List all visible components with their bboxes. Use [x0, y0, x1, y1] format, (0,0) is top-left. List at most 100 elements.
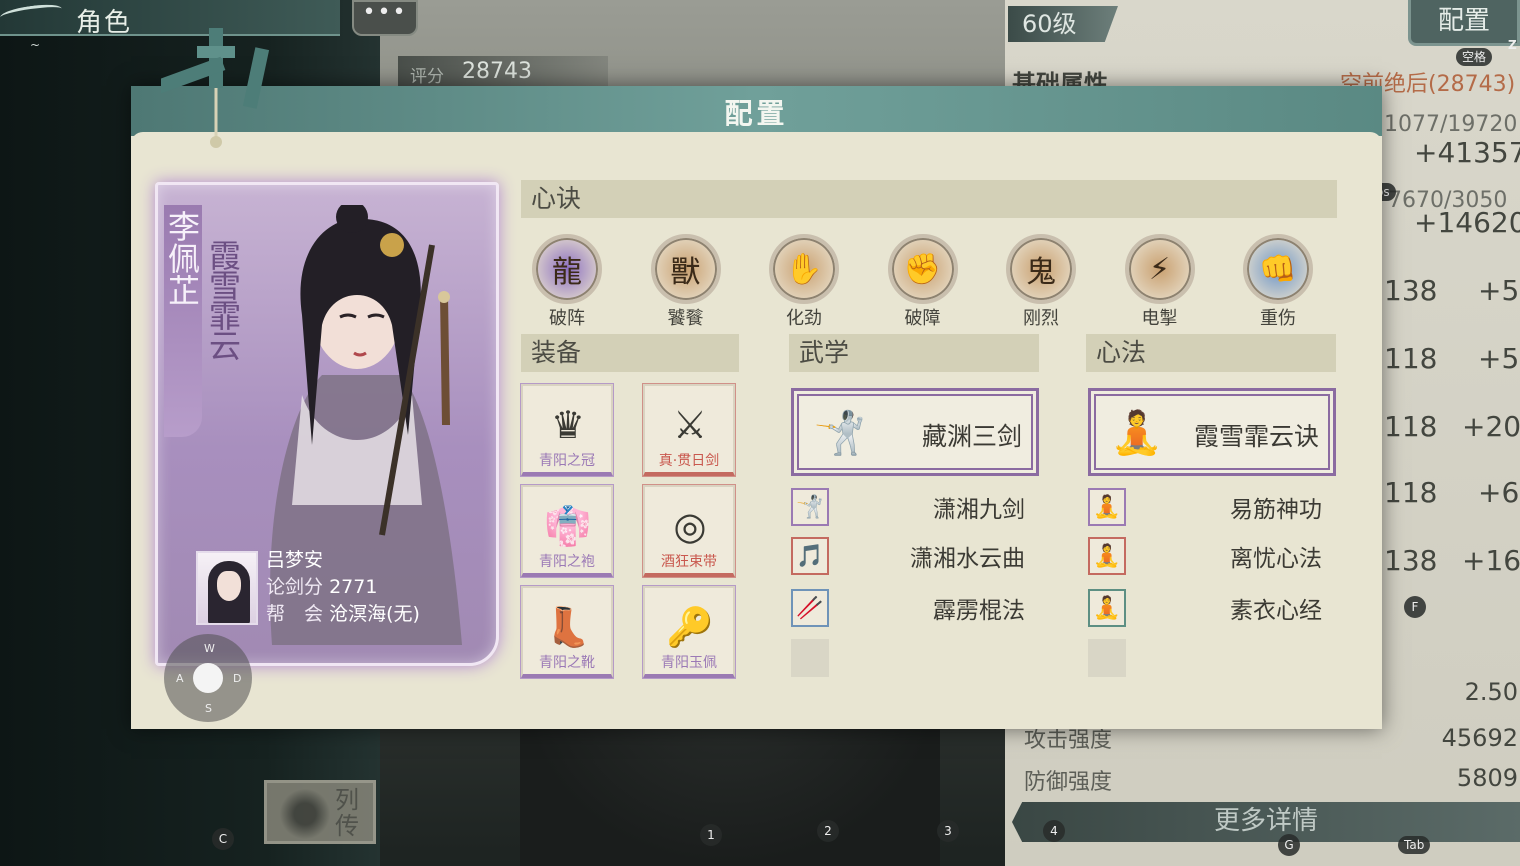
- lightning-icon: ⚡: [1124, 234, 1195, 304]
- attr-value: +14620: [1414, 206, 1520, 239]
- stat-value: 45692: [1441, 724, 1518, 752]
- fist-icon: ✊: [887, 234, 958, 304]
- martial-main-name: 藏渊三剑: [921, 422, 1022, 451]
- martial-slot[interactable]: 🤺 潇湘九剑: [791, 488, 1039, 528]
- biography-button[interactable]: 列传: [264, 780, 376, 844]
- heart-main-slot[interactable]: 🧘 霞雪霏云诀: [1088, 388, 1336, 476]
- section-martial: 武学: [789, 334, 1039, 372]
- hotkey-4: 4: [1043, 820, 1065, 842]
- demon-icon: 鬼: [1006, 234, 1076, 304]
- attr-value: +5: [1478, 342, 1520, 375]
- score-strip: 评分 28743: [398, 56, 608, 88]
- xinjue-skill-label: 破阵: [549, 308, 585, 329]
- header-wave-divider: [131, 132, 1382, 146]
- hotkey-f: F: [1404, 596, 1426, 618]
- equipment-slot[interactable]: ⚔ 真·贯日剑: [643, 384, 735, 476]
- heart-method-empty-slot[interactable]: [1088, 639, 1336, 679]
- martial-slot[interactable]: 🥢 霹雳棍法: [791, 589, 1039, 629]
- pvp-score-value: 2771: [329, 576, 378, 598]
- chat-icon[interactable]: •••: [352, 0, 418, 36]
- attr-value: 118: [1384, 410, 1438, 443]
- robe-icon: 👘: [544, 503, 592, 548]
- movement-joystick[interactable]: W A D S: [164, 634, 252, 722]
- stat-value: 2.50: [1464, 678, 1518, 706]
- equipment-slot[interactable]: ♛ 青阳之冠: [521, 384, 613, 476]
- section-xinjue: 心诀: [521, 180, 1337, 218]
- joystick-d: D: [233, 672, 242, 685]
- boots-icon: 👢: [544, 604, 592, 649]
- hotkey-space: 空格: [1456, 48, 1493, 66]
- score-value: 28743: [462, 59, 532, 84]
- xinjue-skill[interactable]: ⚡ 电掣: [1124, 234, 1196, 330]
- jade-pendant-icon: 🔑: [666, 604, 714, 649]
- modal-title: 配置: [724, 97, 789, 130]
- equipment-label: 真·贯日剑: [658, 453, 720, 469]
- palm-icon: ✋: [769, 234, 839, 304]
- back-arrow-icon[interactable]: [0, 1, 63, 25]
- meditation-icon: 🧘: [1110, 408, 1164, 457]
- hotkey-2: 2: [817, 820, 839, 842]
- stat-value: 5809: [1456, 764, 1518, 792]
- martial-empty-slot[interactable]: [791, 639, 1039, 679]
- ink-crane-icon: [279, 789, 331, 839]
- equipment-label: 青阳之冠: [539, 453, 595, 469]
- xinjue-skill-label: 化劲: [786, 308, 822, 329]
- xinjue-skill[interactable]: ✊ 破障: [887, 234, 959, 330]
- xinjue-skill-label: 刚烈: [1023, 308, 1059, 329]
- page-title: 角色: [76, 8, 133, 38]
- martial-slot[interactable]: 🎵 潇湘水云曲: [791, 537, 1039, 577]
- hotkey-1: 1: [700, 824, 722, 846]
- equipment-label: 青阳玉佩: [661, 655, 717, 671]
- martial-name: 潇湘水云曲: [910, 546, 1025, 572]
- jade-ornament-icon: [161, 28, 270, 148]
- heart-method-name: 离忧心法: [1230, 546, 1322, 572]
- staff-fighter-icon: 🥢: [791, 589, 829, 627]
- martial-name: 霹雳棍法: [933, 598, 1025, 624]
- xinjue-skill[interactable]: 👊 重伤: [1242, 234, 1314, 330]
- joystick-nub[interactable]: [193, 663, 223, 693]
- hotkey-c: C: [212, 828, 234, 850]
- heart-method-slot[interactable]: 🧘 易筋神功: [1088, 488, 1336, 528]
- martial-main-slot[interactable]: 🤺 藏渊三剑: [791, 388, 1039, 476]
- more-details-button[interactable]: 更多详情: [1012, 802, 1520, 842]
- character-card[interactable]: 李佩芷 霞雪霏云 吕梦安 论剑分 2771 帮 会 沧溟海(无): [155, 182, 499, 666]
- joystick-s: S: [205, 702, 212, 715]
- beast-icon: 獸: [650, 234, 721, 304]
- attr-value: +16: [1462, 544, 1520, 577]
- crown-icon: ♛: [550, 403, 586, 447]
- empty-slot-icon: [1088, 639, 1126, 677]
- tilde-hotkey: ~: [30, 38, 41, 52]
- section-equipment: 装备: [521, 334, 739, 372]
- joystick-w: W: [204, 642, 215, 655]
- avatar[interactable]: [196, 551, 258, 625]
- attr-value: +5: [1478, 274, 1520, 307]
- xinjue-skill-label: 重伤: [1260, 308, 1296, 329]
- heart-main-name: 霞雪霏云诀: [1193, 422, 1319, 451]
- section-heart-method: 心法: [1086, 334, 1336, 372]
- dragon-icon: 龍: [532, 234, 602, 304]
- attr-value: 138: [1384, 274, 1438, 307]
- hotkey-3: 3: [937, 820, 959, 842]
- xinjue-skill[interactable]: 鬼刚烈: [1005, 234, 1077, 330]
- biography-label: 列传: [335, 786, 359, 840]
- attr-value: 138: [1384, 544, 1438, 577]
- player-info: 吕梦安 论剑分 2771 帮 会 沧溟海(无): [196, 547, 486, 629]
- equipment-slot[interactable]: ◎ 酒狂束带: [643, 485, 735, 577]
- pvp-score-label: 论剑分: [266, 576, 324, 598]
- stat-label: 防御强度: [1024, 770, 1113, 795]
- xinjue-skill[interactable]: 獸饕餮: [650, 234, 722, 330]
- xinjue-skill-label: 破障: [904, 308, 941, 329]
- swordsman-icon: 🤺: [813, 408, 867, 457]
- attr-value: 118: [1384, 342, 1438, 375]
- attr-value: +6: [1478, 476, 1520, 509]
- xinjue-skill-label: 饕餮: [667, 308, 704, 329]
- equipment-slot[interactable]: 🔑 青阳玉佩: [643, 586, 735, 678]
- xinjue-skill[interactable]: 龍破阵: [531, 234, 603, 330]
- heart-method-slot[interactable]: 🧘 离忧心法: [1088, 537, 1336, 577]
- xinjue-skill[interactable]: ✋ 化劲: [768, 234, 840, 330]
- equipment-slot[interactable]: 👘 青阳之袍: [521, 485, 613, 577]
- equipment-slot[interactable]: 👢 青阳之靴: [521, 586, 613, 678]
- equipment-label: 青阳之靴: [539, 655, 595, 671]
- meditation-icon: 🧘: [1088, 589, 1126, 627]
- heart-method-slot[interactable]: 🧘 素衣心经: [1088, 589, 1336, 629]
